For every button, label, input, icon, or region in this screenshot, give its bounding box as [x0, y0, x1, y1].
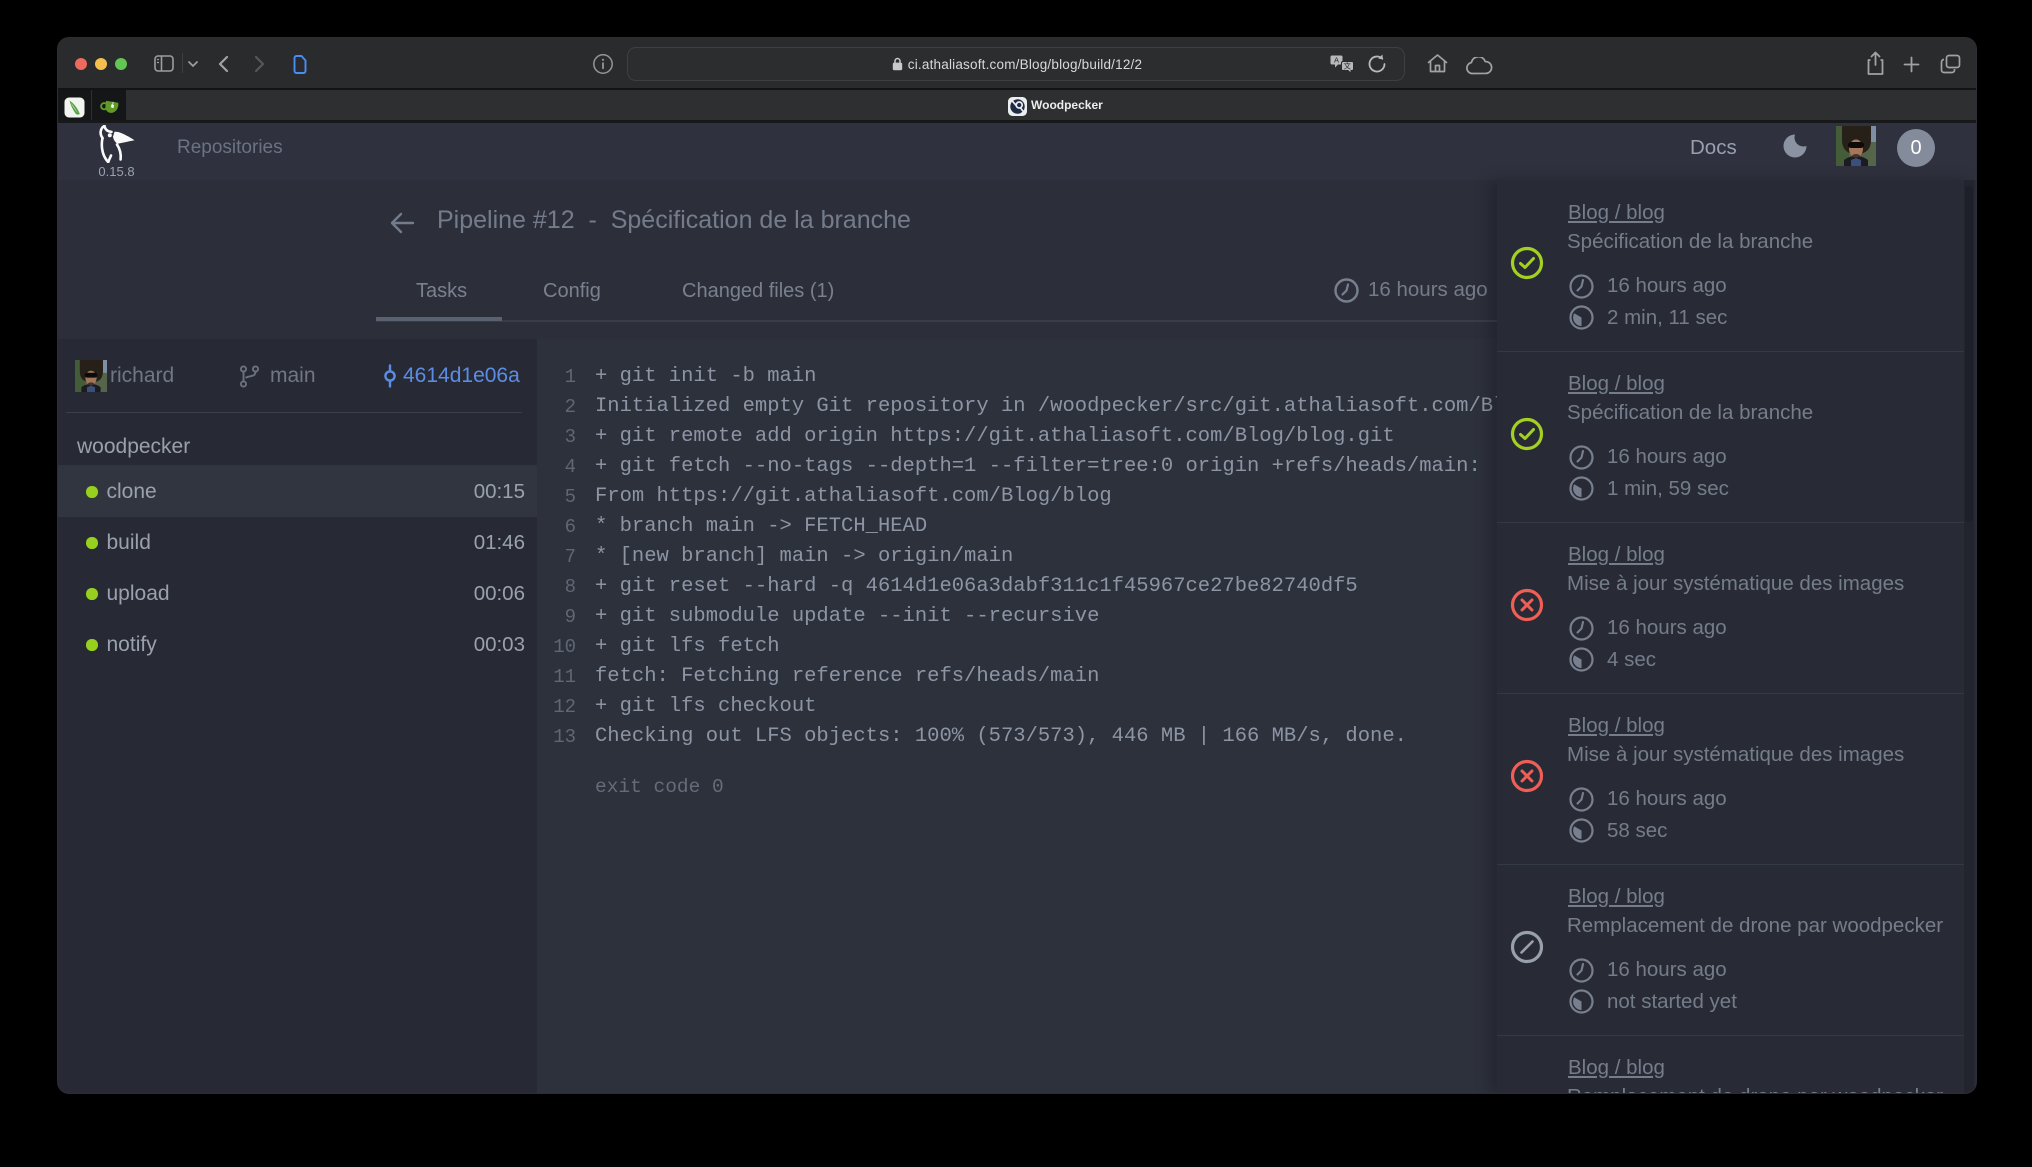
svg-text:文: 文 — [1344, 61, 1352, 71]
svg-text:A: A — [1334, 56, 1339, 65]
